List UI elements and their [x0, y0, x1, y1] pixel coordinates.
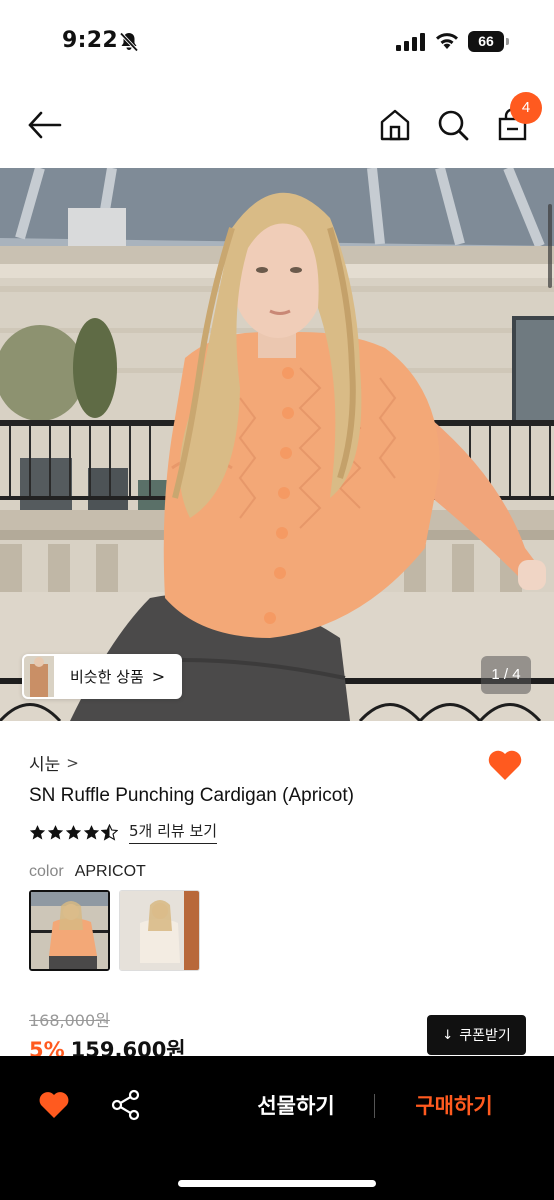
- share-icon[interactable]: [110, 1089, 142, 1121]
- similar-products-button[interactable]: 비슷한 상품 >: [22, 654, 182, 699]
- action-divider: [374, 1094, 375, 1118]
- product-image-gallery[interactable]: 비슷한 상품 > 1 / 4: [0, 168, 554, 721]
- star-full-icon: [47, 824, 64, 839]
- product-photo: [0, 168, 554, 721]
- star-full-icon: [65, 824, 82, 839]
- status-time: 9:22: [62, 28, 118, 53]
- home-indicator: [178, 1180, 376, 1187]
- battery-level: 66: [468, 31, 504, 52]
- heart-icon[interactable]: [38, 1090, 70, 1120]
- back-arrow-icon[interactable]: [26, 108, 64, 142]
- wifi-icon: [436, 33, 458, 49]
- search-icon[interactable]: [436, 108, 470, 142]
- color-label: color: [29, 863, 64, 880]
- status-bar: 9:22 66: [0, 0, 554, 84]
- similar-product-thumbnail: [24, 656, 54, 697]
- cart-count-badge[interactable]: 4: [510, 92, 542, 124]
- view-reviews-link[interactable]: 5개 리뷰 보기: [129, 820, 218, 844]
- cellular-signal-icon: [396, 33, 425, 51]
- product-title: SN Ruffle Punching Cardigan (Apricot): [29, 785, 354, 806]
- brand-name: 시눈: [29, 755, 61, 775]
- original-price: 168,000원: [29, 1011, 110, 1030]
- gift-button[interactable]: 선물하기: [240, 1089, 352, 1123]
- rating-row: 5개 리뷰 보기: [29, 820, 218, 844]
- get-coupon-button[interactable]: ↓ 쿠폰받기: [427, 1015, 526, 1055]
- top-navigation: [0, 84, 554, 168]
- star-half-icon: [101, 823, 118, 841]
- chevron-right-icon: >: [151, 667, 166, 686]
- color-option-row: color APRICOT: [29, 863, 146, 881]
- brand-link[interactable]: 시눈 >: [29, 750, 79, 776]
- bell-off-icon: [119, 32, 139, 52]
- image-page-indicator: 1 / 4: [481, 656, 531, 694]
- wishlist-heart-icon[interactable]: [487, 748, 523, 782]
- color-swatch-apricot-selected[interactable]: [29, 890, 110, 971]
- battery-icon: 66: [468, 31, 510, 52]
- star-full-icon: [83, 824, 100, 839]
- chevron-right-icon: >: [66, 753, 79, 772]
- color-swatch-ivory[interactable]: [119, 890, 200, 971]
- star-rating: [29, 823, 119, 841]
- bottom-action-bar: 선물하기 구매하기: [0, 1056, 554, 1200]
- similar-products-label: 비슷한 상품: [70, 668, 144, 686]
- selected-color-value: APRICOT: [74, 863, 146, 880]
- battery-cap: [506, 38, 509, 45]
- buy-button[interactable]: 구매하기: [398, 1089, 510, 1123]
- star-full-icon: [29, 824, 46, 839]
- coupon-button-label: 쿠폰받기: [459, 1028, 511, 1044]
- download-icon: ↓: [442, 1027, 454, 1043]
- gallery-scroll-indicator: [548, 204, 552, 288]
- home-icon[interactable]: [378, 108, 412, 142]
